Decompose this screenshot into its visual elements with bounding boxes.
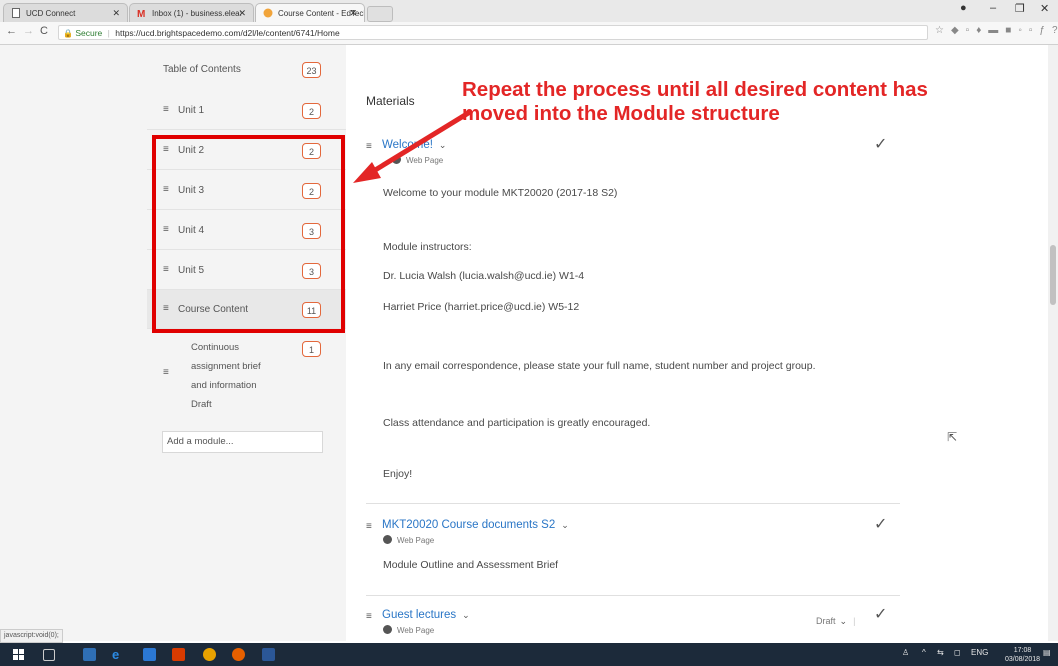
extension-icons[interactable]: ☆◆▫♦▬■◦▫ƒ?◦◦⚙ [935, 25, 1058, 36]
back-arrow-icon[interactable]: ← [6, 25, 17, 37]
arrow-shaft [370, 109, 472, 175]
people-icon[interactable]: ♙ [902, 648, 909, 657]
task-view-icon[interactable] [43, 649, 55, 661]
page-icon [12, 8, 20, 18]
clock-date: 03/08/2018 [1005, 656, 1041, 663]
tab-label: UCD Connect [26, 9, 76, 18]
new-tab-button[interactable] [367, 6, 393, 22]
tab-label: Inbox (1) - business.elea: [152, 9, 242, 18]
language-indicator[interactable]: ENG [971, 648, 988, 657]
system-clock[interactable]: 17:08 03/08/2018 [1005, 646, 1040, 664]
address-bar: ← → C 🔒 Secure | https://ucd.brightspace… [0, 22, 1058, 45]
status-bar-url: javascript:void(0); [0, 629, 63, 643]
url-field[interactable]: 🔒 Secure | https://ucd.brightspacedemo.c… [58, 25, 928, 40]
windows-taskbar: e ♙ ^ ⇆ ◻ ENG 17:08 03/08/2018 ▤ [0, 643, 1058, 666]
volume-icon[interactable]: ◻ [954, 648, 961, 657]
minimize-icon[interactable]: – [990, 2, 996, 14]
window-close-icon[interactable]: ✕ [1040, 2, 1049, 15]
close-icon[interactable]: ✕ [238, 4, 246, 22]
url-separator: | [107, 28, 110, 38]
windows-start-icon[interactable] [13, 649, 24, 660]
tab-inbox[interactable]: M Inbox (1) - business.elea: ✕ [129, 3, 254, 22]
svg-text:M: M [137, 9, 145, 18]
network-icon[interactable]: ⇆ [937, 648, 944, 657]
close-icon[interactable]: ✕ [112, 4, 120, 22]
forward-arrow-icon[interactable]: → [23, 25, 34, 37]
word-icon[interactable] [262, 648, 275, 661]
page: Table of Contents 23 ≡ Unit 1 2 ≡ Unit 2… [0, 45, 1058, 641]
maximize-icon[interactable]: ❐ [1015, 2, 1025, 15]
tab-ucd-connect[interactable]: UCD Connect ✕ [3, 3, 128, 22]
notifications-icon[interactable]: ▤ [1043, 648, 1051, 657]
lock-icon: 🔒 [63, 29, 73, 38]
edge-browser-icon[interactable]: e [112, 648, 125, 661]
reload-icon[interactable]: C [40, 25, 48, 37]
tray-chevron-icon[interactable]: ^ [922, 648, 926, 657]
firefox-icon[interactable] [232, 648, 245, 661]
profile-icon[interactable]: ● [960, 2, 967, 14]
secure-label: Secure [75, 28, 103, 38]
browser-tab-bar: UCD Connect ✕ M Inbox (1) - business.ele… [0, 0, 1058, 22]
clock-time: 17:08 [1013, 647, 1032, 654]
annotation-arrow [353, 109, 472, 183]
store-icon[interactable] [143, 648, 156, 661]
tab-course-content[interactable]: Course Content - EdTech ✕ [255, 3, 365, 22]
arrow-head [353, 162, 381, 183]
brightspace-icon [263, 8, 273, 18]
chrome-icon[interactable] [203, 648, 216, 661]
close-icon[interactable]: ✕ [349, 4, 357, 22]
url-text: https://ucd.brightspacedemo.com/d2l/le/c… [115, 28, 340, 38]
scrollbar[interactable] [1048, 45, 1058, 641]
office-icon[interactable] [172, 648, 185, 661]
gmail-icon: M [137, 9, 145, 18]
file-explorer-icon[interactable] [83, 648, 96, 661]
mouse-cursor-icon: ⇱ [947, 430, 958, 444]
scrollbar-thumb[interactable] [1050, 245, 1056, 305]
